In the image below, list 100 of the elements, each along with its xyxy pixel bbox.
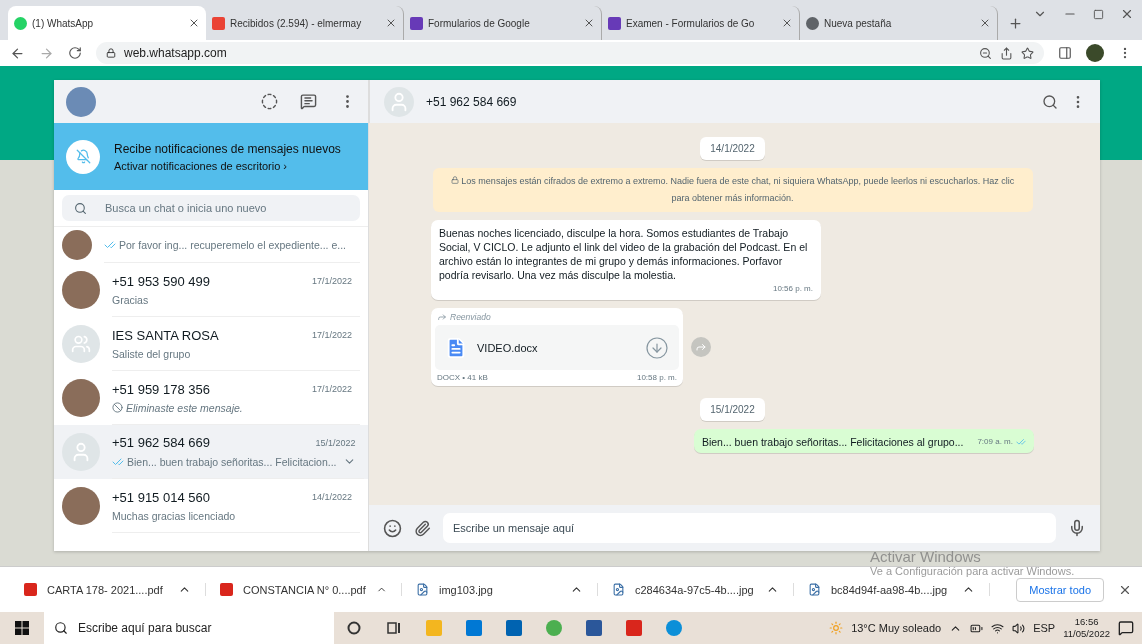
address-bar[interactable]: web.whatsapp.com [96, 42, 1044, 64]
group-avatar [62, 325, 100, 363]
forwarded-label: Reenviado [450, 312, 491, 322]
chat-preview: Por favor ing... recuperemelo el expediente... e... [119, 238, 347, 251]
date-label: 14/1/2022 [700, 137, 765, 160]
chat-row[interactable]: +51 962 584 669 15/1/2022 Bien... buen trabajo señoritas... Felicitacion... [54, 425, 368, 479]
profile-avatar[interactable] [1086, 44, 1104, 62]
forward-icon [695, 341, 707, 353]
weather-text[interactable]: 13°C Muy soleado [851, 622, 942, 634]
browser-tab[interactable]: (1) WhatsApp [8, 6, 206, 40]
download-item[interactable]: img103.jpg [402, 583, 598, 596]
document-icon [445, 336, 467, 359]
restore-icon[interactable] [1093, 7, 1104, 21]
download-item[interactable]: c284634a-97c5-4b....jpg [598, 583, 794, 596]
language-indicator[interactable]: ESP [1033, 622, 1056, 634]
chat-preview: Saliste del grupo [112, 347, 191, 360]
notification-title: Recibe notificaciones de mensajes nuevos [114, 141, 341, 156]
search-field[interactable]: Busca un chat o inicia uno nuevo [62, 195, 360, 221]
chat-name: IES SANTA ROSA [112, 327, 219, 343]
avatar-placeholder [384, 86, 414, 117]
notifications-icon[interactable] [1118, 620, 1134, 636]
reload-icon[interactable] [68, 46, 82, 60]
back-icon[interactable] [10, 45, 25, 61]
wifi-icon[interactable] [991, 621, 1005, 635]
taskbar-search-field[interactable]: Escribe aquí para buscar [44, 612, 334, 644]
avatar-placeholder [62, 433, 100, 471]
pdf-icon [24, 583, 37, 596]
chat-name: +51 953 590 499 [112, 273, 210, 289]
download-item[interactable]: CARTA 178- 2021....pdf [10, 583, 206, 596]
favicon-icon [212, 16, 225, 30]
file-icon [808, 583, 821, 596]
side-panel-icon[interactable] [1058, 46, 1072, 60]
chat-preview: Eliminaste este mensaje. [126, 401, 243, 414]
date-label: 15/1/2022 [700, 398, 765, 421]
attach-icon[interactable] [414, 519, 431, 537]
chat-name: +51 962 584 669 [112, 435, 210, 450]
lock-icon [450, 176, 459, 184]
favicon-icon [806, 16, 819, 30]
contact-name: +51 962 584 669 [426, 94, 518, 109]
message-time: 10:56 p. m. [771, 283, 813, 295]
file-name: VIDEO.docx [477, 341, 539, 354]
message-time: 10:58 p. m. [636, 373, 677, 382]
mic-icon[interactable] [1068, 519, 1086, 537]
close-icon[interactable] [583, 17, 595, 29]
chat-preview: Muchas gracias licenciado [112, 509, 236, 522]
favicon-icon [410, 16, 423, 30]
deleted-icon [112, 402, 123, 413]
emoji-icon[interactable] [383, 518, 402, 538]
avatar-photo [62, 379, 100, 417]
chat-date: 14/1/2022 [311, 492, 352, 502]
file-icon [416, 583, 429, 596]
search-icon[interactable] [1042, 93, 1058, 110]
file-icon [612, 583, 625, 596]
encryption-notice[interactable]: Los mensajes están cifrados de extremo a extremo. Nadie fuera de este chat, ni siquiera WhatsApp, puede leerlos ni escucharlos. Haz clic para obtener más información. [432, 168, 1033, 212]
lock-icon [106, 48, 116, 58]
star-icon[interactable] [1021, 46, 1034, 60]
avatar-photo [62, 271, 100, 309]
enable-notifications-link[interactable]: Activar notificaciones de escritorio › [114, 159, 341, 172]
activation-title: Activar Windows [870, 548, 982, 565]
message-text: Buenas noches licenciado, disculpe la hora. Somos estudiantes de Trabajo Social, V CICLO. Le adjunto el link del video de la grabación del Podcast. En el archivo están lo integrantes de mi grupo y demás informaciones. Porfavor podría revisarlo. Una vez más disculpe la molestia. [439, 227, 808, 281]
chat-preview: Gracias [112, 293, 149, 306]
message-input[interactable]: Escribe un mensaje aquí [443, 513, 1056, 543]
new-tab-icon[interactable] [1008, 16, 1023, 31]
zoom-out-icon[interactable] [979, 46, 992, 60]
share-icon[interactable] [1000, 46, 1013, 60]
close-icon[interactable] [385, 17, 397, 29]
search-icon [54, 621, 68, 635]
close-icon[interactable] [979, 17, 991, 29]
file-card[interactable]: VIDEO.docx [435, 325, 679, 370]
pdf-icon [220, 583, 233, 596]
chat-date: 17/1/2022 [311, 276, 352, 286]
download-item[interactable]: CONSTANCIA N° 0....pdf [206, 583, 402, 596]
message-time: 7:09 a. m. [977, 436, 1013, 448]
avatar-photo [62, 487, 100, 525]
favicon-icon [608, 16, 621, 30]
message-text: Bien... buen trabajo señoritas... Felicitaciones al grupo... [701, 435, 964, 449]
avatar-photo [62, 230, 92, 260]
chat-preview: Bien... buen trabajo señoritas... Felicitacion... [127, 455, 337, 468]
clock[interactable]: 16:56 11/05/2022 [1063, 616, 1110, 640]
favicon-icon [14, 16, 27, 30]
chat-date: 17/1/2022 [311, 384, 352, 394]
volume-icon[interactable] [1012, 621, 1026, 635]
chat-name: +51 915 014 560 [112, 489, 210, 505]
show-all-button[interactable]: Mostrar todo [1016, 577, 1104, 602]
new-chat-icon[interactable] [300, 93, 317, 110]
close-icon[interactable] [188, 17, 200, 29]
file-size: DOCX • 41 kB [437, 373, 488, 382]
download-icon[interactable] [645, 335, 669, 360]
download-item[interactable]: bc84d94f-aa98-4b....jpg [794, 583, 990, 596]
chat-name: +51 959 178 356 [112, 381, 210, 397]
bell-off-icon [66, 139, 100, 174]
chat-date: 15/1/2022 [315, 437, 356, 448]
status-icon[interactable] [261, 93, 278, 110]
double-check-icon [1016, 437, 1026, 447]
activation-subtitle: Ve a Configuración para activar Windows. [870, 565, 1075, 577]
forward-icon [437, 312, 447, 322]
search-icon [74, 201, 87, 215]
close-icon[interactable] [781, 17, 793, 29]
close-icon[interactable] [1120, 7, 1134, 21]
chat-date: 17/1/2022 [311, 330, 352, 340]
